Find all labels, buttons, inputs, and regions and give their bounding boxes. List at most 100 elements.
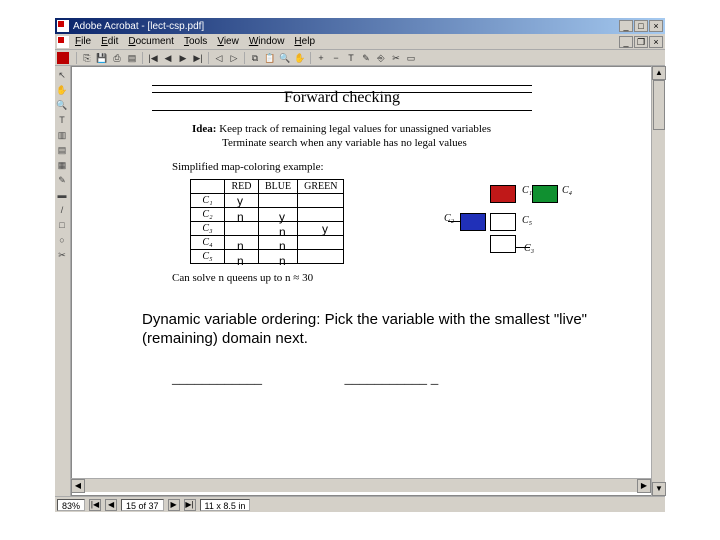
zoom-out-icon[interactable]: −	[329, 51, 343, 65]
pencil-tool-icon[interactable]: ✎	[55, 173, 69, 187]
minimize-button[interactable]: _	[619, 20, 633, 32]
table-row: C₁	[191, 194, 344, 208]
text-select-icon[interactable]: T	[344, 51, 358, 65]
table-row: C₂	[191, 208, 344, 222]
link-tool-icon[interactable]: ⎆	[374, 51, 388, 65]
doc-restore-button[interactable]: ❐	[634, 36, 648, 48]
hdr-blue: BLUE	[259, 180, 298, 194]
crop-tool2-icon[interactable]: ✂	[55, 248, 69, 262]
zoom-tool-icon[interactable]: 🔍	[55, 98, 69, 112]
region-c2	[460, 213, 486, 231]
note-tool2-icon[interactable]: ▤	[55, 143, 69, 157]
arrow-tool-icon[interactable]: ↖	[55, 68, 69, 82]
circle-tool-icon[interactable]: ○	[55, 233, 69, 247]
menu-document[interactable]: Document	[128, 36, 174, 47]
hdr-blank	[191, 180, 225, 194]
hand-tool-icon[interactable]: ✋	[293, 51, 307, 65]
print-icon[interactable]: ⎙	[110, 51, 124, 65]
close-button[interactable]: ×	[649, 20, 663, 32]
leader-c2	[448, 221, 460, 222]
window-title: Adobe Acrobat - [lect-csp.pdf]	[73, 21, 204, 32]
leader-c3	[516, 247, 530, 248]
lbl-c5: C₅	[522, 215, 532, 226]
table-row: C₃	[191, 222, 344, 236]
menu-file[interactable]: File	[75, 36, 91, 47]
zoom-in-icon[interactable]: +	[314, 51, 328, 65]
example-label: Simplified map-coloring example:	[172, 161, 324, 173]
cell-c2-blue: y	[279, 210, 285, 224]
forward-icon[interactable]: ▷	[227, 51, 241, 65]
hand-tool2-icon[interactable]: ✋	[55, 83, 69, 97]
highlight-tool-icon[interactable]: ▬	[55, 188, 69, 202]
first-page-icon[interactable]: |◀	[146, 51, 160, 65]
prev-page-icon[interactable]: ◀	[161, 51, 175, 65]
showhide-icon[interactable]: ▤	[125, 51, 139, 65]
text-tool-icon[interactable]: T	[55, 113, 69, 127]
region-c3	[490, 213, 516, 231]
acrobat-logo-icon	[57, 52, 69, 64]
scroll-thumb[interactable]	[653, 80, 665, 130]
page-canvas: Forward checking Idea: Keep track of rem…	[72, 67, 651, 495]
maximize-button[interactable]: □	[634, 20, 648, 32]
page-viewport: Forward checking Idea: Keep track of rem…	[71, 66, 665, 496]
workarea: ↖ ✋ 🔍 T ▥ ▤ ▦ ✎ ▬ / □ ○ ✂ Forward checki…	[55, 66, 665, 496]
idea-text1: Keep track of remaining legal values for…	[219, 123, 491, 135]
copy-icon[interactable]: ⧉	[248, 51, 262, 65]
cell-c5-red: n	[237, 254, 244, 268]
save-icon[interactable]: 💾	[95, 51, 109, 65]
zoom-level[interactable]: 83%	[57, 499, 85, 511]
pdf-doc-icon	[57, 36, 69, 48]
box-tool-icon[interactable]: □	[55, 218, 69, 232]
hdr-red: RED	[225, 180, 259, 194]
status-next-icon[interactable]: ▶	[168, 499, 180, 511]
region-c4	[532, 185, 558, 203]
form-tool-icon[interactable]: ▭	[404, 51, 418, 65]
last-page-icon[interactable]: ▶|	[191, 51, 205, 65]
blank2: ___________ _	[345, 371, 439, 387]
menu-tools[interactable]: Tools	[184, 36, 207, 47]
region-c5	[490, 235, 516, 253]
nqueens-text: Can solve n queens up to n ≈ 30	[172, 272, 313, 284]
cell-c4-red: n	[237, 239, 244, 253]
menu-edit[interactable]: Edit	[101, 36, 118, 47]
pdf-app-icon	[57, 20, 69, 32]
next-page-icon[interactable]: ▶	[176, 51, 190, 65]
page-indicator[interactable]: 15 of 37	[121, 499, 164, 511]
stamp-tool-icon[interactable]: ▦	[55, 158, 69, 172]
crop-tool-icon[interactable]: ✂	[389, 51, 403, 65]
status-last-icon[interactable]: ▶|	[184, 499, 196, 511]
find-icon[interactable]: 🔍	[278, 51, 292, 65]
table-row: C₅	[191, 250, 344, 264]
open-icon[interactable]: ⎘	[80, 51, 94, 65]
idea-line2: Terminate search when any variable has n…	[222, 137, 467, 149]
column-tool-icon[interactable]: ▥	[55, 128, 69, 142]
menu-view[interactable]: View	[217, 36, 239, 47]
lbl-c4: C₄	[562, 185, 572, 196]
doc-close-button[interactable]: ×	[649, 36, 663, 48]
region-c1	[490, 185, 516, 203]
table-row: C₄	[191, 236, 344, 250]
cell-c3-green: y	[322, 222, 328, 236]
scroll-left-icon[interactable]: ◀	[71, 479, 85, 493]
menu-window[interactable]: Window	[249, 36, 285, 47]
dynamic-ordering-text: Dynamic variable ordering: Pick the vari…	[142, 311, 611, 349]
doc-minimize-button[interactable]: _	[619, 36, 633, 48]
back-icon[interactable]: ◁	[212, 51, 226, 65]
paste-icon[interactable]: 📋	[263, 51, 277, 65]
page-size: 11 x 8.5 in	[200, 499, 251, 511]
scroll-down-icon[interactable]: ▼	[652, 482, 666, 496]
statusbar: 83% |◀ ◀ 15 of 37 ▶ ▶| 11 x 8.5 in	[55, 496, 665, 512]
note-tool-icon[interactable]: ✎	[359, 51, 373, 65]
scroll-right-icon[interactable]: ▶	[637, 479, 651, 493]
lbl-c3: C₃	[524, 243, 534, 254]
line-tool-icon[interactable]: /	[55, 203, 69, 217]
horizontal-scrollbar[interactable]: ◀ ▶	[71, 478, 651, 492]
fill-blanks: ____________ ___________ _	[172, 371, 438, 388]
main-toolbar: ⎘ 💾 ⎙ ▤ |◀ ◀ ▶ ▶| ◁ ▷ ⧉ 📋 🔍 ✋ + − T ✎ ⎆ …	[55, 50, 665, 66]
status-prev-icon[interactable]: ◀	[105, 499, 117, 511]
status-first-icon[interactable]: |◀	[89, 499, 101, 511]
idea-label: Idea:	[192, 123, 216, 135]
menu-help[interactable]: Help	[294, 36, 315, 47]
scroll-up-icon[interactable]: ▲	[652, 66, 666, 80]
vertical-scrollbar[interactable]: ▲ ▼	[651, 66, 665, 496]
